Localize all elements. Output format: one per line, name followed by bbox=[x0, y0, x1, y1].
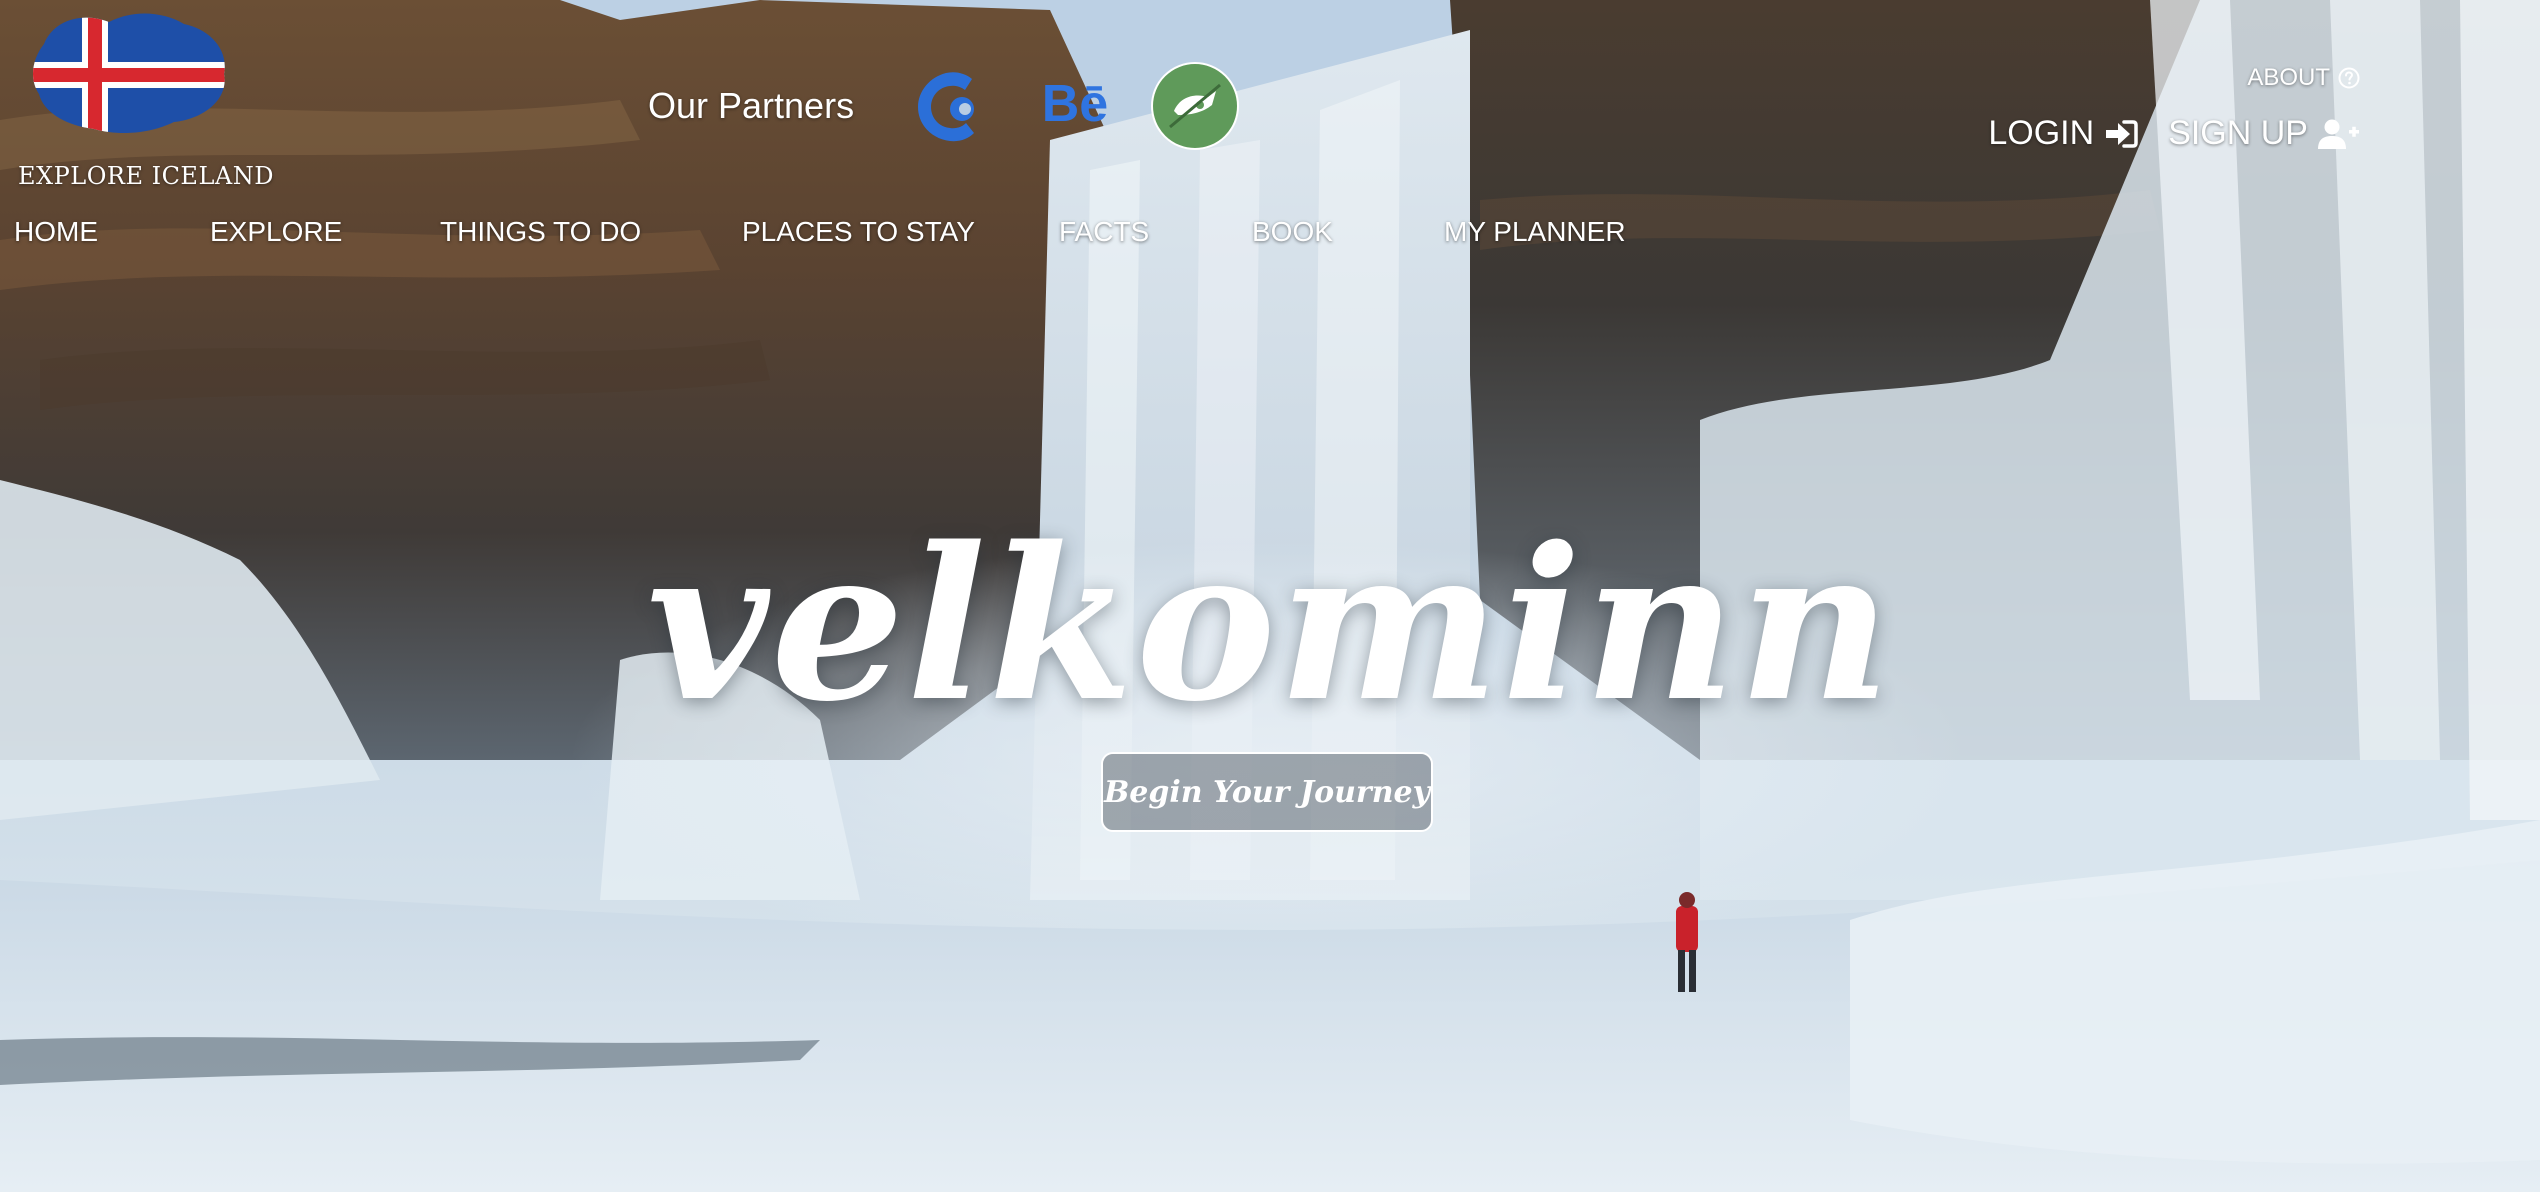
nav-places-to-stay[interactable]: PLACES TO STAY bbox=[742, 216, 975, 248]
login-button[interactable]: LOGIN bbox=[1988, 114, 2138, 153]
auth-links: LOGIN SIGN UP bbox=[1988, 114, 2360, 153]
nav-explore[interactable]: EXPLORE bbox=[210, 216, 342, 248]
deviantart-icon bbox=[1151, 62, 1240, 150]
question-circle-icon bbox=[2338, 67, 2360, 89]
nav-things-to-do[interactable]: THINGS TO DO bbox=[440, 216, 641, 248]
partners-bar: Our Partners Bē bbox=[648, 58, 1270, 154]
codepen-c-icon bbox=[918, 72, 975, 142]
iceland-flag-map-icon bbox=[32, 13, 225, 134]
nav-home[interactable]: HOME bbox=[14, 216, 98, 248]
hero-headline: velkominn bbox=[646, 501, 1894, 748]
about-label: ABOUT bbox=[2247, 64, 2330, 91]
sign-in-icon bbox=[2106, 119, 2138, 148]
nav-book[interactable]: BOOK bbox=[1252, 216, 1333, 248]
signup-label: SIGN UP bbox=[2168, 114, 2308, 152]
begin-journey-button[interactable]: Begin Your Journey bbox=[1101, 752, 1433, 832]
nav-facts[interactable]: FACTS bbox=[1059, 216, 1149, 248]
signup-button[interactable]: SIGN UP bbox=[2168, 114, 2360, 153]
svg-text:Bē: Bē bbox=[1042, 75, 1108, 133]
login-label: LOGIN bbox=[1988, 114, 2095, 152]
behance-icon: Bē bbox=[1042, 75, 1108, 133]
nav-my-planner[interactable]: MY PLANNER bbox=[1444, 216, 1626, 248]
logo-text: EXPLORE ICELAND bbox=[18, 162, 274, 190]
about-link[interactable]: ABOUT bbox=[2247, 64, 2360, 92]
hero-section: EXPLORE ICELAND Our Partners Bē ABOUT LO… bbox=[0, 0, 2540, 1192]
partners-label: Our Partners bbox=[648, 85, 855, 126]
site-logo[interactable]: EXPLORE ICELAND bbox=[14, 4, 273, 194]
partner-behance-link[interactable]: Bē bbox=[1030, 61, 1120, 151]
partner-codepen-link[interactable] bbox=[910, 61, 1000, 151]
user-plus-icon bbox=[2318, 119, 2359, 149]
partner-deviantart-link[interactable] bbox=[1150, 61, 1240, 151]
